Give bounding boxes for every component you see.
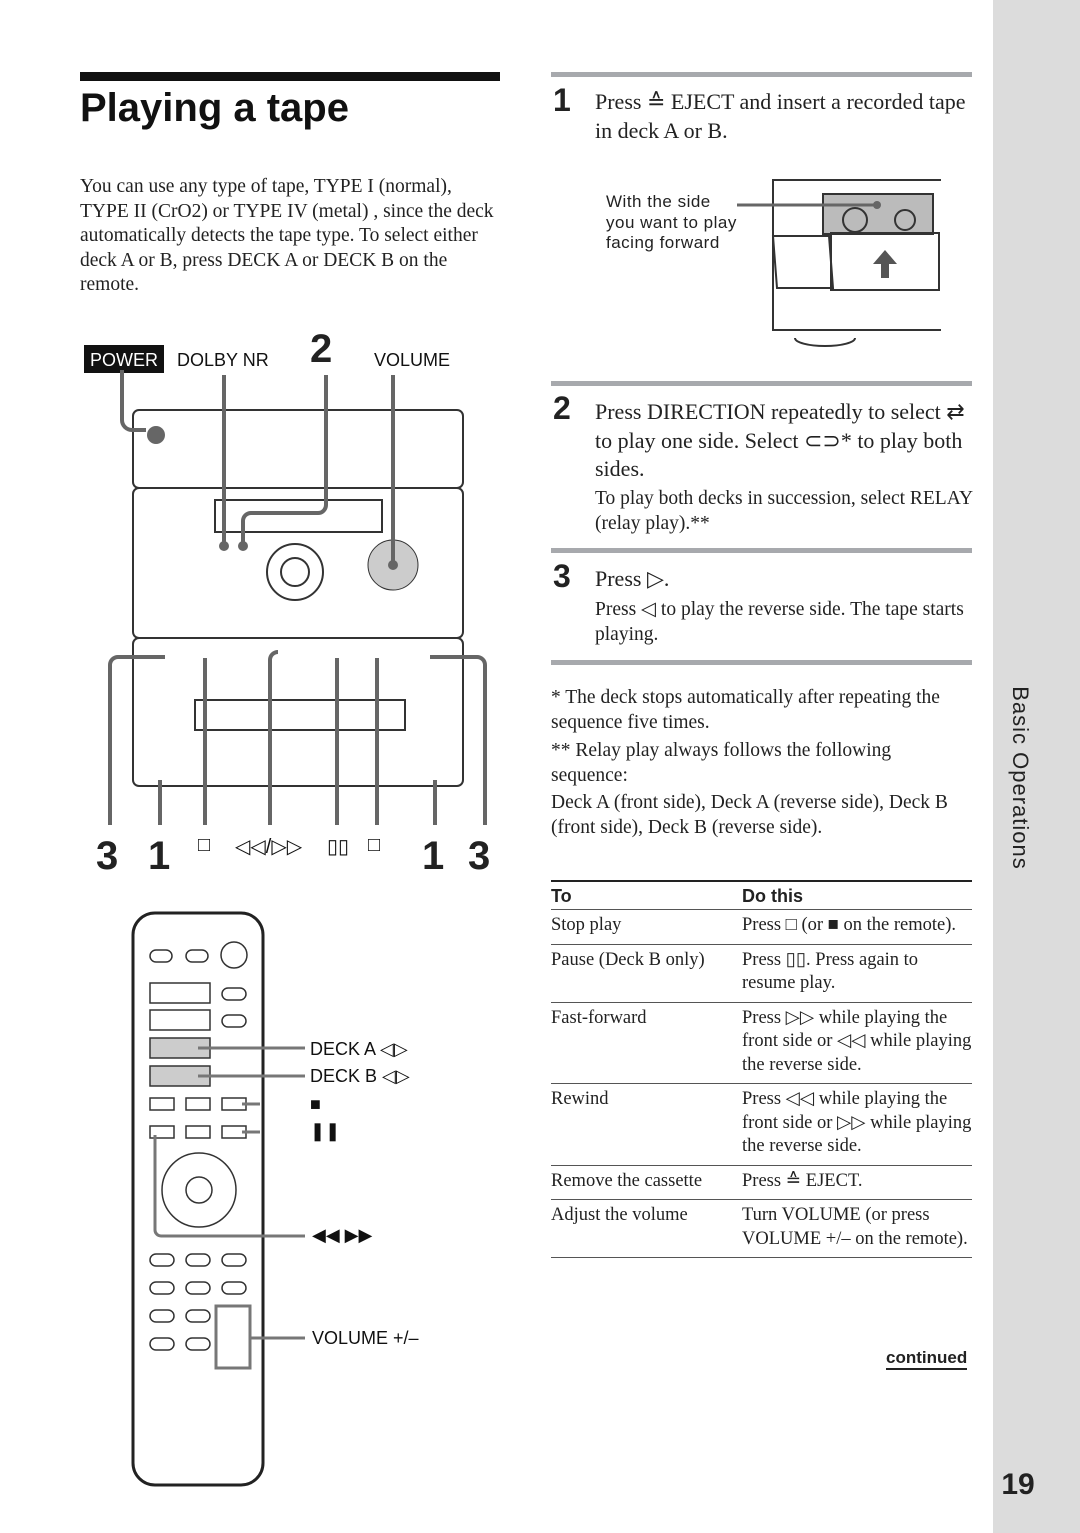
remote-illustration [131,911,305,1487]
page-title: Playing a tape [80,86,349,130]
row-instruction: Turn VOLUME (or press VOLUME +/– on the … [742,1205,968,1249]
table-header: To Do this [551,880,972,910]
header-to: To [551,886,572,906]
step2-rule [551,381,972,386]
step1-text: Press ≙ EJECT and insert a recorded tape… [595,89,966,143]
table-row: Fast-forward Press ▷▷ while playing the f… [551,1003,972,1084]
page-number: 19 [1001,1468,1035,1501]
step3-rule [551,548,972,553]
manual-page: Playing a tape You can use any type of t… [0,0,1080,1533]
notes-rule [551,660,972,665]
row-instruction: Press ▯▯. Press again to resume play. [742,949,919,994]
step3-text: Press ▷. [595,566,670,591]
step2-text: Press DIRECTION repeatedly to select ⇄ t… [595,399,965,481]
row-instruction: Press □ (or ■ on the remote). [742,915,956,935]
pause-label: ❚❚ [310,1121,341,1141]
callout-3-left: 3 [96,834,119,878]
row-action: Fast-forward [551,1007,647,1028]
step3-subtext: Press ◁ to play the reverse side. The ta… [595,599,964,645]
deck-a-label: DECK A ◁▷ [310,1039,408,1059]
stop-symbol-left: □ [198,834,211,856]
row-action: Stop play [551,915,622,935]
volume-label: VOLUME [374,350,451,370]
ff-rew-label: ◀◀ ▶▶ [312,1225,373,1245]
row-instruction: Press ▷▷ while playing the front side or… [742,1007,972,1075]
table-row: Adjust the volume Turn VOLUME (or press V… [551,1200,972,1258]
row-action: Rewind [551,1089,609,1109]
title-rule [80,72,500,81]
insert-caption: With the side you want to play facing fo… [606,192,737,252]
callout-1-left: 1 [148,834,171,878]
note-1: * The deck stops automatically after rep… [551,687,940,733]
row-action: Adjust the volume [551,1205,688,1225]
intro-paragraph: You can use any type of tape, TYPE I (no… [80,176,494,296]
step2-callout: 2 [310,327,333,371]
note-2: ** Relay play always follows the followi… [551,740,892,786]
table-row: Pause (Deck B only) Press ▯▯. Press again… [551,945,972,1003]
stop-symbol-right: □ [368,834,381,856]
deck-b-label: DECK B ◁▷ [310,1066,410,1086]
header-do-this: Do this [742,886,803,906]
step2-number: 2 [553,390,571,426]
callout-1-right: 1 [422,834,445,878]
dolby-label: DOLBY NR [177,350,269,370]
row-instruction: Press ◁◁ while playing the front side or… [742,1089,972,1156]
note-3: Deck A (front side), Deck A (reverse sid… [551,792,948,838]
stop-label: ■ [310,1094,321,1114]
step3-number: 3 [553,558,571,594]
table-row: Remove the cassette Press ≙ EJECT. [551,1166,972,1200]
volume-remote-label: VOLUME +/– [312,1328,419,1348]
pause-symbol: ▯▯ [327,836,350,858]
table-row: Rewind Press ◁◁ while playing the front s… [551,1084,972,1166]
tape-insert-illustration [737,179,941,347]
row-instruction: Press ≙ EJECT. [742,1170,863,1191]
operations-table: To Do this Stop play Press □ (or ■ on the… [551,880,972,1258]
ff-rew-symbol: ◁◁/▷▷ [235,836,303,858]
callout-3-right: 3 [468,834,491,878]
power-label: POWER [90,350,159,370]
row-action: Pause (Deck B only) [551,949,705,970]
stereo-unit-illustration [108,370,487,825]
continued-label: continued [886,1348,968,1370]
step1-rule [551,72,972,77]
table-row: Stop play Press □ (or ■ on the remote). [551,910,972,945]
row-action: Remove the cassette [551,1170,703,1191]
section-title: Basic Operations [1008,686,1033,870]
step2-subtext: To play both decks in succession, select… [595,488,973,534]
step1-number: 1 [553,82,571,118]
